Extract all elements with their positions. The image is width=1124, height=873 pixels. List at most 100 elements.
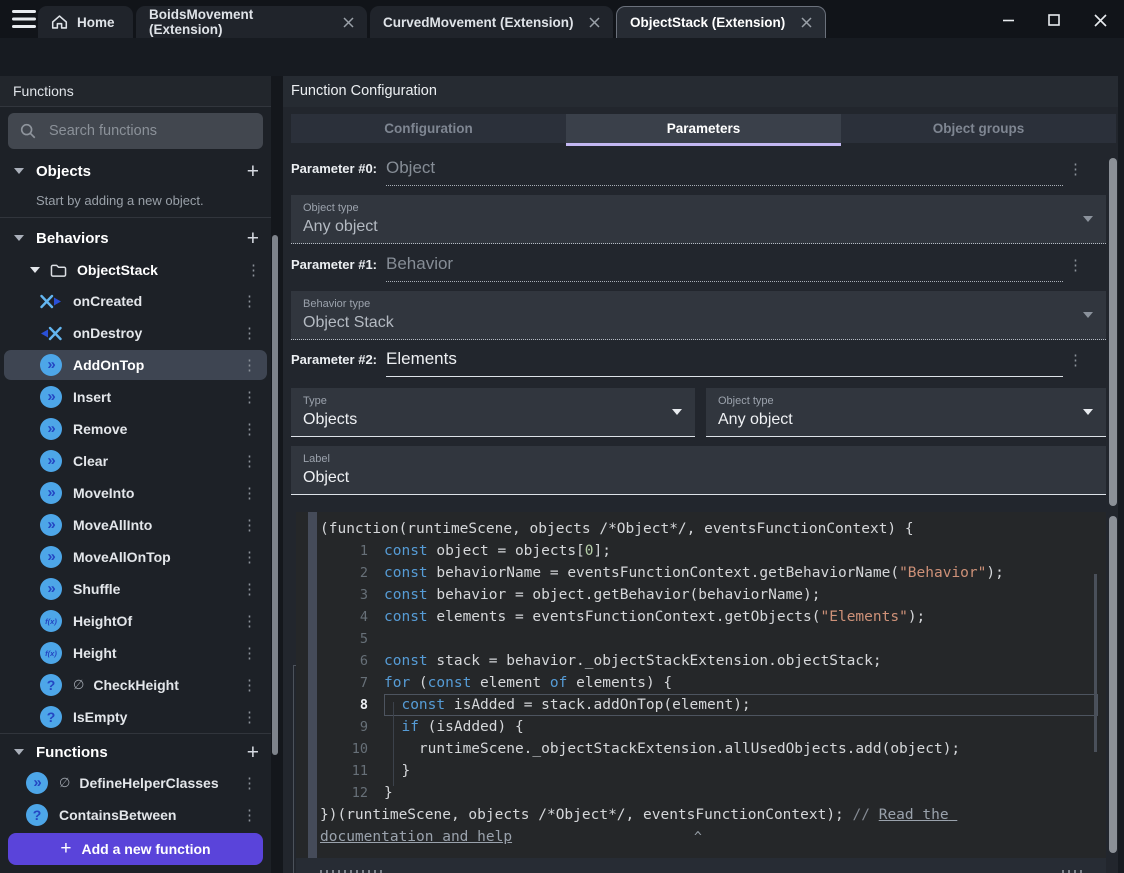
item-menu-icon[interactable]: ⋮	[242, 292, 257, 310]
objects-header: Objects	[36, 162, 92, 180]
item-menu-icon[interactable]: ⋮	[246, 261, 261, 279]
parameter-menu-icon[interactable]: ⋮	[1068, 351, 1083, 369]
section-functions[interactable]: Functions +	[0, 737, 271, 767]
function-item-CheckHeight[interactable]: ? ∅ CheckHeight ⋮	[4, 670, 267, 700]
close-window-button[interactable]	[1089, 9, 1111, 31]
tab-objectstack[interactable]: ObjectStack (Extension)	[616, 6, 826, 38]
collapse-arrow-icon[interactable]	[14, 168, 24, 174]
add-behavior-button[interactable]: +	[247, 228, 259, 249]
event-drag-handle[interactable]	[308, 512, 317, 858]
function-item-Clear[interactable]: » Clear ⋮	[4, 446, 267, 476]
item-menu-icon[interactable]: ⋮	[242, 516, 257, 534]
function-item-Remove[interactable]: » Remove ⋮	[4, 414, 267, 444]
collapse-arrow-icon[interactable]	[30, 267, 40, 273]
editor-scrollbar[interactable]	[1094, 574, 1097, 752]
code-text: for (const element of elements) {	[384, 675, 673, 691]
line-number: 1	[359, 543, 368, 559]
item-menu-icon[interactable]: ⋮	[242, 548, 257, 566]
line-number: 9	[359, 719, 368, 735]
parameter-2-object-type-select[interactable]: Object type Any object	[706, 388, 1106, 437]
function-item-MoveAllInto[interactable]: » MoveAllInto ⋮	[4, 510, 267, 540]
item-menu-icon[interactable]: ⋮	[242, 676, 257, 694]
search-box[interactable]	[8, 113, 263, 149]
tab-home[interactable]: Home	[38, 6, 133, 38]
function-item-Shuffle[interactable]: » Shuffle ⋮	[4, 574, 267, 604]
close-icon[interactable]	[343, 16, 354, 28]
menu-icon[interactable]	[12, 10, 36, 28]
parameter-2-name-input[interactable]: Elements	[386, 349, 1063, 377]
minimize-button[interactable]	[997, 9, 1019, 31]
line-number: 2	[359, 565, 368, 581]
add-object-button[interactable]: +	[247, 161, 259, 182]
parameter-0-name-input[interactable]: Object	[386, 158, 1063, 186]
tab-curvedmovement[interactable]: CurvedMovement (Extension)	[370, 6, 613, 38]
code-text: const behaviorName = eventsFunctionConte…	[384, 565, 1004, 581]
item-menu-icon[interactable]: ⋮	[242, 324, 257, 342]
parameter-menu-icon[interactable]: ⋮	[1068, 160, 1083, 178]
behavior-folder-objectstack[interactable]: ObjectStack ⋮	[0, 255, 271, 285]
tab-object-groups[interactable]: Object groups	[841, 114, 1116, 143]
close-icon[interactable]	[801, 17, 812, 28]
collapse-arrow-icon[interactable]	[14, 749, 24, 755]
events-scrollbar[interactable]	[1109, 516, 1117, 853]
parameter-1-name-input[interactable]: Behavior	[386, 254, 1063, 282]
tab-label: ObjectStack (Extension)	[630, 15, 786, 30]
code-text: (function(runtimeScene, objects /*Object…	[320, 521, 914, 537]
line-number: 3	[359, 587, 368, 603]
code-line: 5	[320, 628, 1098, 650]
tab-parameters[interactable]: Parameters	[566, 114, 841, 146]
item-menu-icon[interactable]: ⋮	[242, 484, 257, 502]
item-menu-icon[interactable]: ⋮	[242, 644, 257, 662]
code-text: const isAdded = stack.addOnTop(element);	[384, 694, 1098, 716]
function-item-ContainsBetween[interactable]: ? ContainsBetween ⋮	[4, 800, 267, 830]
function-item-Insert[interactable]: » Insert ⋮	[4, 382, 267, 412]
section-behaviors[interactable]: Behaviors +	[0, 223, 271, 253]
condition-icon: ?	[40, 706, 62, 728]
parameter-menu-icon[interactable]: ⋮	[1068, 256, 1083, 274]
function-item-onDestroy[interactable]: onDestroy ⋮	[4, 318, 267, 348]
parameter-2-label: Parameter #2:	[291, 352, 377, 367]
parameters-scrollbar[interactable]	[1109, 158, 1117, 506]
close-icon[interactable]	[589, 16, 600, 28]
plus-icon: +	[60, 838, 72, 859]
add-free-function-button[interactable]: +	[247, 742, 259, 763]
item-menu-icon[interactable]: ⋮	[242, 580, 257, 598]
function-item-HeightOf[interactable]: f(x) HeightOf ⋮	[4, 606, 267, 636]
function-item-label: DefineHelperClasses	[79, 775, 219, 791]
function-item-label: MoveInto	[73, 485, 135, 501]
function-item-DefineHelperClasses[interactable]: » ∅ DefineHelperClasses ⋮	[4, 768, 267, 798]
function-item-AddOnTop[interactable]: » AddOnTop ⋮	[4, 350, 267, 380]
item-menu-icon[interactable]: ⋮	[242, 708, 257, 726]
search-input[interactable]	[47, 122, 252, 140]
tab-boidsmovement[interactable]: BoidsMovement (Extension)	[136, 6, 367, 38]
item-menu-icon[interactable]: ⋮	[242, 452, 257, 470]
item-menu-icon[interactable]: ⋮	[242, 806, 257, 824]
item-menu-icon[interactable]: ⋮	[242, 356, 257, 374]
item-menu-icon[interactable]: ⋮	[242, 420, 257, 438]
function-item-IsEmpty[interactable]: ? IsEmpty ⋮	[4, 702, 267, 732]
item-menu-icon[interactable]: ⋮	[242, 774, 257, 792]
sidebar-scrollbar[interactable]	[272, 235, 278, 755]
line-number: 5	[359, 631, 368, 647]
function-item-Height[interactable]: f(x) Height ⋮	[4, 638, 267, 668]
parameter-2-label-input[interactable]: Label Object	[291, 446, 1106, 495]
parameter-0-row: Parameter #0: Object ⋮	[291, 158, 1083, 186]
add-function-button[interactable]: + Add a new function	[8, 833, 263, 865]
function-item-MoveInto[interactable]: » MoveInto ⋮	[4, 478, 267, 508]
function-item-onCreated[interactable]: onCreated ⋮	[4, 286, 267, 316]
item-menu-icon[interactable]: ⋮	[242, 388, 257, 406]
parameter-2-type-select[interactable]: Type Objects	[291, 388, 695, 437]
parameter-1-behavior-type-select[interactable]: Behavior type Object Stack	[291, 291, 1106, 340]
scroll-caret: ^	[694, 830, 702, 845]
field-label: Object type	[718, 395, 774, 407]
tab-configuration[interactable]: Configuration	[291, 114, 566, 143]
parameter-0-object-type-select[interactable]: Object type Any object	[291, 195, 1106, 244]
javascript-code-editor[interactable]: (function(runtimeScene, objects /*Object…	[296, 512, 1106, 858]
section-objects[interactable]: Objects +	[0, 156, 271, 186]
function-item-MoveAllOnTop[interactable]: » MoveAllOnTop ⋮	[4, 542, 267, 572]
maximize-button[interactable]	[1043, 9, 1065, 31]
code-lines[interactable]: (function(runtimeScene, objects /*Object…	[320, 518, 1098, 848]
field-label: Label	[303, 453, 330, 465]
item-menu-icon[interactable]: ⋮	[242, 612, 257, 630]
collapse-arrow-icon[interactable]	[14, 235, 24, 241]
